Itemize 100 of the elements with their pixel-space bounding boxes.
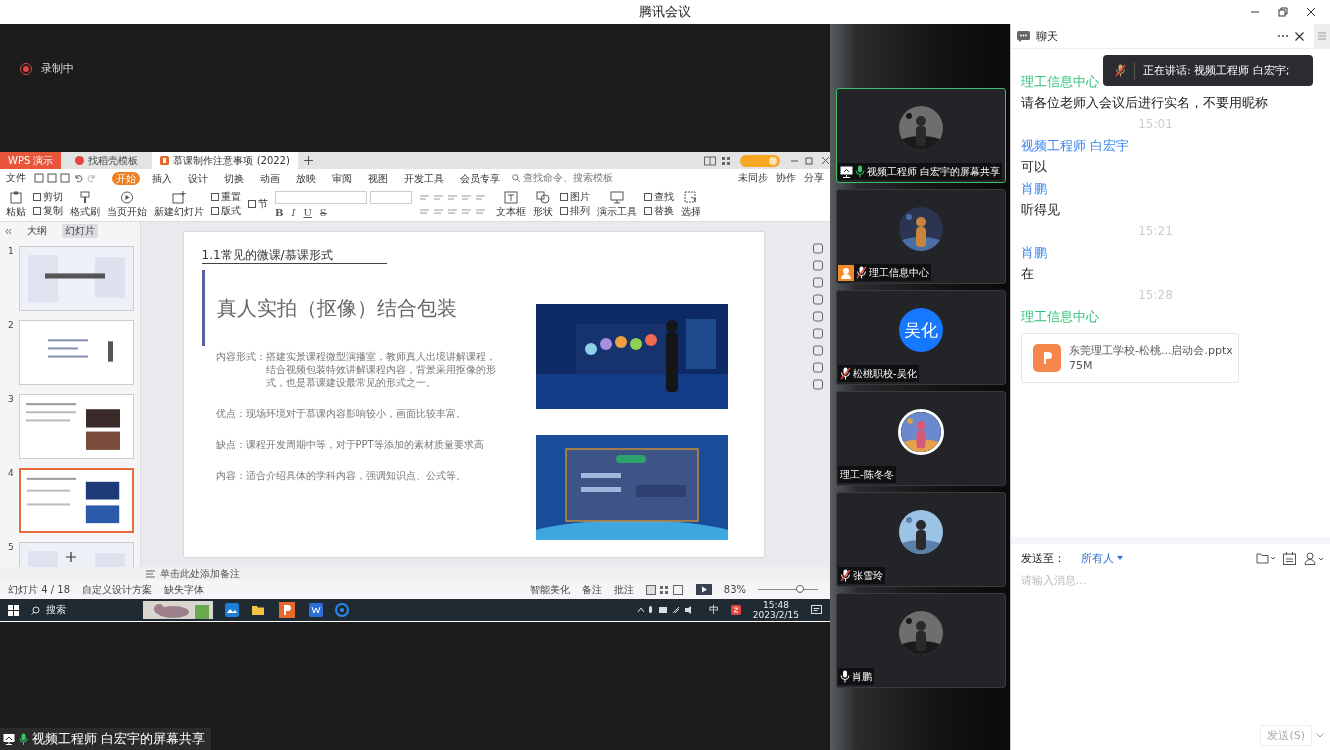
ribbon-button[interactable]: 复制 — [33, 205, 63, 217]
ribbon-tab[interactable]: 放映 — [292, 171, 320, 185]
status-item: 幻灯片 4 / 18 — [8, 582, 70, 597]
caret-icon[interactable] — [1316, 733, 1324, 738]
participant-tile[interactable]: 理工信息中心 — [836, 189, 1006, 284]
toolbar-action[interactable]: 协作 — [776, 171, 796, 185]
sender-name: 理工信息中心 — [1021, 73, 1100, 91]
taskbar-time: 15:48 — [762, 600, 789, 610]
calendar-icon[interactable] — [1283, 551, 1296, 565]
ribbon-button[interactable]: 选择 — [681, 191, 701, 217]
pane-tab[interactable]: 大纲 — [24, 224, 50, 238]
muted-microphone-icon — [1115, 64, 1126, 77]
taskbar-app-icon[interactable] — [225, 603, 239, 617]
view-mode-icon[interactable] — [645, 584, 684, 595]
status-button[interactable]: 智能美化 — [529, 582, 570, 597]
ribbon-button[interactable]: 重置 — [211, 191, 241, 203]
more-icon[interactable] — [1277, 34, 1289, 38]
square-icon — [33, 193, 41, 201]
play-icon[interactable] — [695, 584, 712, 595]
toolbar-action[interactable]: 分享 — [804, 171, 824, 185]
app-tab[interactable]: WPS 演示 — [0, 152, 62, 169]
pane-tab[interactable]: 幻灯片 — [62, 224, 98, 238]
ribbon-tab[interactable]: 审阅 — [328, 171, 356, 185]
status-button[interactable]: 批注 — [613, 582, 634, 597]
ribbon-button[interactable]: 格式刷 — [70, 191, 100, 217]
ribbon-button[interactable]: 粘贴 — [6, 191, 26, 217]
file-card[interactable]: 东莞理工学校-松桃...启动会.pptx 75M — [1021, 333, 1239, 383]
window-controls-icon[interactable] — [790, 155, 830, 166]
app-tab[interactable]: 慕课制作注意事项 (2022) — [152, 152, 298, 169]
format-button[interactable]: U — [303, 206, 312, 218]
ribbon-tab[interactable]: 切换 — [220, 171, 248, 185]
notification-icon[interactable] — [811, 605, 822, 615]
folder-icon[interactable] — [1256, 552, 1275, 564]
collapse-icon[interactable] — [5, 227, 12, 235]
font-size-field[interactable] — [370, 190, 412, 204]
restore-icon[interactable] — [1278, 7, 1288, 17]
new-tab-icon[interactable] — [303, 156, 313, 165]
close-icon[interactable] — [1306, 7, 1316, 17]
presentation-app-icon[interactable] — [277, 602, 297, 618]
document-app-icon[interactable] — [309, 603, 323, 617]
input-method-indicator[interactable]: 中 — [708, 603, 719, 617]
side-toolbar-drawing[interactable] — [812, 242, 824, 392]
ribbon-button[interactable]: 当页开始 — [107, 191, 147, 217]
file-size: 75M — [1069, 358, 1094, 373]
participant-tile[interactable]: 理工-陈冬冬 — [836, 391, 1006, 486]
tray-app-icon[interactable] — [730, 605, 741, 615]
ribbon-button[interactable]: 查找 — [644, 191, 674, 203]
ribbon-tab[interactable]: 视图 — [364, 171, 392, 185]
ribbon-tab[interactable]: 开发工具 — [400, 171, 448, 185]
square-icon — [644, 207, 652, 215]
close-icon[interactable] — [1295, 31, 1304, 41]
person-icon[interactable] — [1304, 551, 1324, 565]
participant-name: 理工信息中心 — [869, 265, 929, 280]
recording-label: 录制中 — [41, 63, 74, 75]
slide-thumbnail[interactable] — [19, 468, 134, 533]
slide-paragraph: 缺点：课程开发周期中等，对于PPT等添加的素材质量要求高 — [215, 438, 485, 451]
app-tab[interactable]: 找稻壳模板 — [67, 152, 147, 169]
slide-number: 5 — [8, 542, 15, 552]
slide-thumbnail[interactable] — [19, 320, 134, 385]
recipient-dropdown[interactable]: 所有人 — [1081, 550, 1123, 566]
file-menu[interactable]: 文件 — [6, 171, 26, 185]
square-icon — [248, 200, 256, 208]
ribbon-button[interactable]: 版式 — [211, 205, 241, 217]
ribbon-tab[interactable]: 会员专享 — [456, 171, 504, 185]
ribbon-tab[interactable]: 动画 — [256, 171, 284, 185]
notes-icon — [146, 569, 155, 578]
windows-icon[interactable] — [8, 604, 19, 616]
zoom-level[interactable]: 83% — [723, 584, 746, 595]
ribbon-tab[interactable]: 设计 — [184, 171, 212, 185]
participant-tile[interactable]: 张雪玲 — [836, 492, 1006, 587]
font-name-field[interactable] — [275, 190, 367, 204]
ribbon-button[interactable]: 图片 — [560, 191, 590, 203]
meeting-app-icon[interactable] — [335, 603, 349, 617]
ribbon-button[interactable]: 新建幻灯片 — [154, 191, 204, 217]
ribbon-button[interactable]: 剪切 — [33, 191, 63, 203]
format-button[interactable]: B — [275, 206, 284, 218]
ribbon-button[interactable]: 节 — [248, 198, 268, 210]
ribbon-tab[interactable]: 插入 — [148, 171, 176, 185]
add-slide-icon[interactable] — [66, 552, 76, 562]
participant-tile[interactable]: 吴化 松桃职校-吴化 — [836, 290, 1006, 385]
folder-icon[interactable] — [251, 603, 265, 617]
square-icon — [560, 207, 568, 215]
notes-placeholder[interactable]: 单击此处添加备注 — [160, 566, 240, 581]
participant-name: 肖鹏 — [852, 669, 872, 684]
status-button[interactable]: 备注 — [581, 582, 602, 597]
slide-thumbnail[interactable] — [19, 246, 134, 311]
message-text: 可以 — [1021, 158, 1048, 176]
ribbon-button[interactable]: 演示工具 — [597, 191, 637, 217]
format-button[interactable]: S — [319, 206, 327, 218]
slide-paragraph: 优点：现场环境对于慕课内容影响较小，画面比较丰富。 — [215, 407, 467, 420]
format-button[interactable]: I — [291, 206, 296, 218]
slide-thumbnail[interactable] — [19, 394, 134, 459]
ribbon-button[interactable]: 替换 — [644, 205, 674, 217]
participant-tile[interactable]: 视频工程师 白宏宇的屏幕共享 — [836, 88, 1006, 183]
taskbar-search-field[interactable]: 搜索 — [31, 603, 131, 617]
ribbon-button[interactable]: 文本框 — [496, 191, 526, 217]
ribbon-button[interactable]: 形状 — [533, 191, 553, 217]
participant-tile[interactable]: 肖鹏 — [836, 593, 1006, 688]
ribbon-button[interactable]: 排列 — [560, 205, 590, 217]
toolbar-action[interactable]: 未同步 — [738, 171, 768, 185]
